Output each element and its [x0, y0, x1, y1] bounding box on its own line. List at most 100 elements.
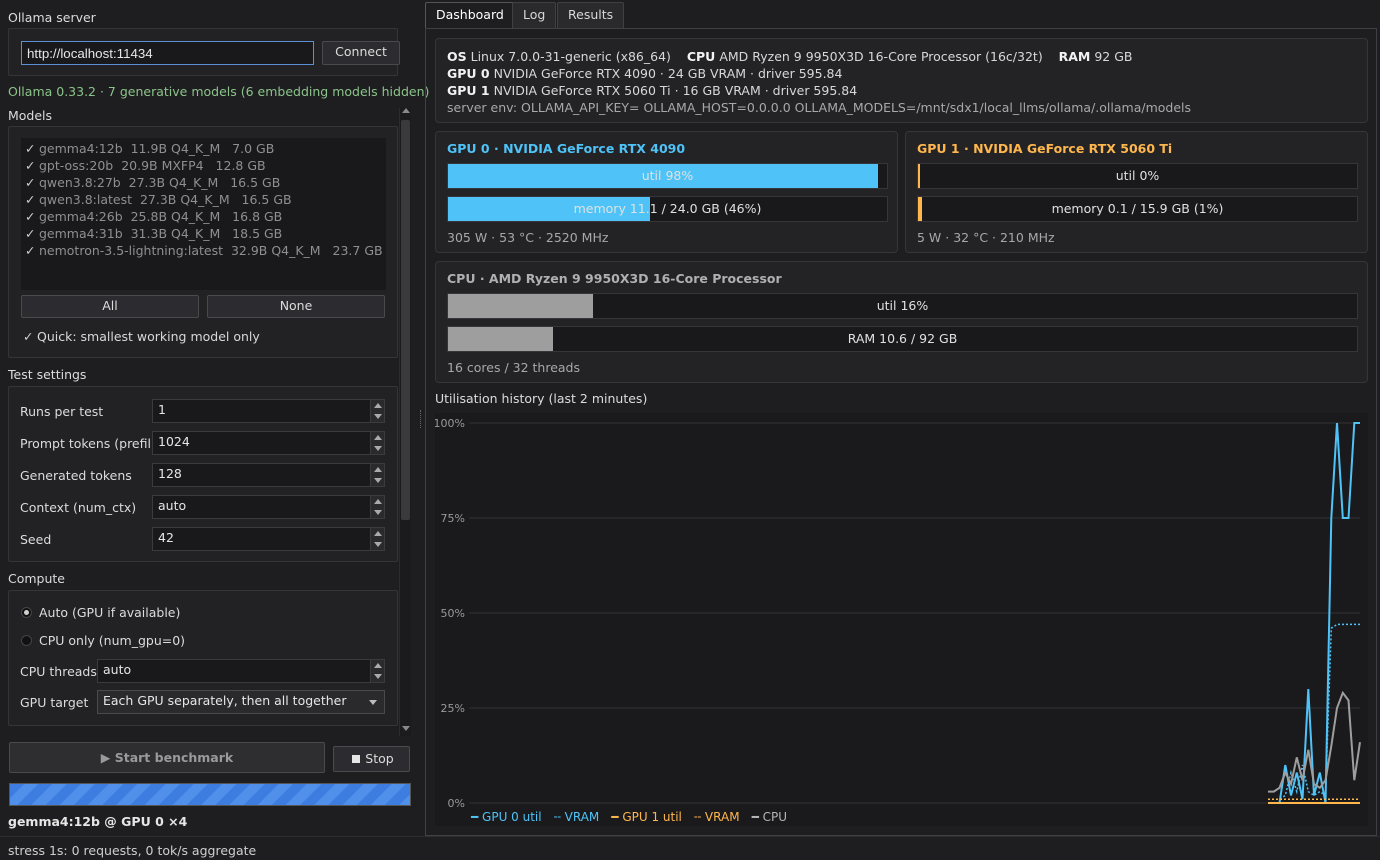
legend-item: ╌ VRAM	[553, 810, 600, 824]
gpu-target-select[interactable]: Each GPU separately, then all together	[97, 690, 385, 714]
model-item[interactable]: ✓ gemma4:12b 11.9B Q4_K_M 7.0 GB	[25, 141, 274, 156]
prompt-tokens-input[interactable]: 1024	[152, 431, 385, 455]
model-name: gemma4:26b	[39, 209, 123, 224]
sysinfo-line-1: OS Linux 7.0.0-31-generic (x86_64) CPU A…	[447, 49, 1133, 64]
runs-input[interactable]: 1	[152, 399, 385, 423]
seed-input[interactable]: 42	[152, 527, 385, 551]
context-input[interactable]: auto	[152, 495, 385, 519]
gpu0-mem-bar: memory 11.1 / 24.0 GB (46%)	[447, 196, 888, 222]
model-info: 31.3B Q4_K_M 18.5 GB	[130, 226, 283, 241]
checkmark-icon: ✓	[25, 243, 36, 258]
gpu1-util-bar: util 0%	[917, 163, 1358, 189]
legend-item: ━ CPU	[751, 810, 787, 824]
y-tick-label: 75%	[441, 512, 465, 525]
connect-button[interactable]: Connect	[322, 41, 400, 65]
context-stepper[interactable]	[370, 496, 384, 518]
models-group: All None ✓ Quick: smallest working model …	[8, 126, 398, 358]
model-info: 27.3B Q4_K_M 16.5 GB	[128, 175, 281, 190]
tab-results[interactable]: Results	[557, 2, 625, 28]
y-tick-label: 50%	[441, 607, 465, 620]
stop-button[interactable]: Stop	[333, 746, 410, 772]
model-name: gemma4:12b	[39, 141, 123, 156]
gpu1-stats: 5 W · 32 °C · 210 MHz	[917, 230, 1055, 245]
scroll-up-icon[interactable]	[402, 108, 410, 113]
auto-radio[interactable]	[21, 607, 32, 618]
server-url-input[interactable]	[21, 41, 314, 65]
model-item[interactable]: ✓ gpt-oss:20b 20.9B MXFP4 12.8 GB	[25, 158, 266, 173]
auto-radio-label: Auto (GPU if available)	[39, 605, 181, 620]
gpu1-mem-text: memory 0.1 / 15.9 GB (1%)	[1051, 201, 1224, 216]
scroll-down-icon[interactable]	[402, 726, 410, 731]
server-status: Ollama 0.33.2 · 7 generative models (6 e…	[8, 84, 430, 99]
cpu-threads-input[interactable]: auto	[97, 659, 385, 683]
generated-tokens-label: Generated tokens	[20, 468, 132, 483]
cpu-only-radio[interactable]	[21, 635, 32, 646]
compute-title: Compute	[8, 571, 66, 586]
server-env: server env: OLLAMA_API_KEY= OLLAMA_HOST=…	[447, 100, 1192, 115]
cpu-stats: 16 cores / 32 threads	[447, 360, 580, 375]
checkmark-icon: ✓	[25, 158, 36, 173]
model-name: gemma4:31b	[39, 226, 123, 241]
model-name: nemotron-3.5-lightning:latest	[39, 243, 223, 258]
legend-item: ╌ VRAM	[693, 810, 740, 824]
quick-checkbox-label: Quick: smallest working model only	[37, 329, 260, 344]
model-name: qwen3.8:latest	[39, 192, 132, 207]
model-info: 25.8B Q4_K_M 16.8 GB	[130, 209, 283, 224]
cpu-threads-stepper[interactable]	[370, 660, 384, 682]
test-settings-title: Test settings	[8, 367, 87, 382]
gpu0-mem-text: memory 11.1 / 24.0 GB (46%)	[573, 201, 762, 216]
seed-stepper[interactable]	[370, 528, 384, 550]
select-all-button[interactable]: All	[21, 295, 199, 318]
context-label: Context (num_ctx)	[20, 500, 137, 515]
sysinfo-gpu0: GPU 0 NVIDIA GeForce RTX 4090 · 24 GB VR…	[447, 66, 843, 81]
runs-stepper[interactable]	[370, 400, 384, 422]
model-item[interactable]: ✓ qwen3.8:27b 27.3B Q4_K_M 16.5 GB	[25, 175, 280, 190]
select-none-button[interactable]: None	[207, 295, 385, 318]
gpu0-stats: 305 W · 53 °C · 2520 MHz	[447, 230, 609, 245]
checkmark-icon: ✓	[25, 141, 36, 156]
prompt-tokens-label: Prompt tokens (prefill)	[20, 436, 160, 451]
server-group: Connect	[8, 28, 400, 76]
chart-legend: ━ GPU 0 util ╌ VRAM ━ GPU 1 util ╌ VRAM ━ CP…	[471, 809, 799, 824]
runs-label: Runs per test	[20, 404, 104, 419]
legend-item: ━ GPU 0 util	[471, 810, 542, 824]
sysinfo-gpu1: GPU 1 NVIDIA GeForce RTX 5060 Ti · 16 GB…	[447, 83, 858, 98]
model-item[interactable]: ✓ gemma4:31b 31.3B Q4_K_M 18.5 GB	[25, 226, 282, 241]
gpu1-title: GPU 1 · NVIDIA GeForce RTX 5060 Ti	[917, 141, 1173, 156]
compute-group: Auto (GPU if available) CPU only (num_gp…	[8, 590, 398, 726]
cpu-only-radio-label: CPU only (num_gpu=0)	[39, 633, 186, 648]
gpu-target-label: GPU target	[20, 695, 89, 710]
generated-tokens-input[interactable]: 128	[152, 463, 385, 487]
prompt-tokens-stepper[interactable]	[370, 432, 384, 454]
tab-log[interactable]: Log	[512, 2, 557, 28]
model-name: qwen3.8:27b	[39, 175, 121, 190]
checkmark-icon: ✓	[25, 209, 36, 224]
gpu1-mem-bar: memory 0.1 / 15.9 GB (1%)	[917, 196, 1358, 222]
model-item[interactable]: ✓ nemotron-3.5-lightning:latest 32.9B Q4_…	[25, 243, 383, 258]
checkmark-icon: ✓	[25, 175, 36, 190]
status-bar: stress 1s: 0 requests, 0 tok/s aggregate	[0, 836, 1380, 860]
quick-checkbox[interactable]: ✓ Quick: smallest working model only	[23, 329, 260, 344]
model-info: 27.3B Q4_K_M 16.5 GB	[139, 192, 292, 207]
gpu0-card: GPU 0 · NVIDIA GeForce RTX 4090 util 98%…	[435, 131, 898, 253]
progress-bar	[9, 783, 411, 806]
model-item[interactable]: ✓ qwen3.8:latest 27.3B Q4_K_M 16.5 GB	[25, 192, 292, 207]
cpu-card: CPU · AMD Ryzen 9 9950X3D 16-Core Proces…	[435, 261, 1368, 383]
model-info: 11.9B Q4_K_M 7.0 GB	[130, 141, 275, 156]
current-job: gemma4:12b @ GPU 0 ×4	[8, 814, 188, 829]
chart-title: Utilisation history (last 2 minutes)	[435, 391, 648, 406]
series-line	[1268, 623, 1360, 800]
gpu1-card: GPU 1 · NVIDIA GeForce RTX 5060 Ti util …	[905, 131, 1368, 253]
tab-dashboard[interactable]: Dashboard	[425, 2, 515, 28]
model-info: 20.9B MXFP4 12.8 GB	[121, 158, 266, 173]
seed-label: Seed	[20, 532, 52, 547]
left-panel-scrollbar[interactable]	[399, 108, 411, 736]
legend-item: ━ GPU 1 util	[611, 810, 682, 824]
ollama-server-title: Ollama server	[8, 10, 96, 25]
generated-tokens-stepper[interactable]	[370, 464, 384, 486]
checkmark-icon: ✓	[23, 329, 34, 344]
model-item[interactable]: ✓ gemma4:26b 25.8B Q4_K_M 16.8 GB	[25, 209, 282, 224]
start-benchmark-button[interactable]: ▶ Start benchmark	[9, 742, 325, 773]
scrollbar-thumb[interactable]	[401, 120, 410, 520]
splitter-handle[interactable]	[420, 410, 423, 428]
